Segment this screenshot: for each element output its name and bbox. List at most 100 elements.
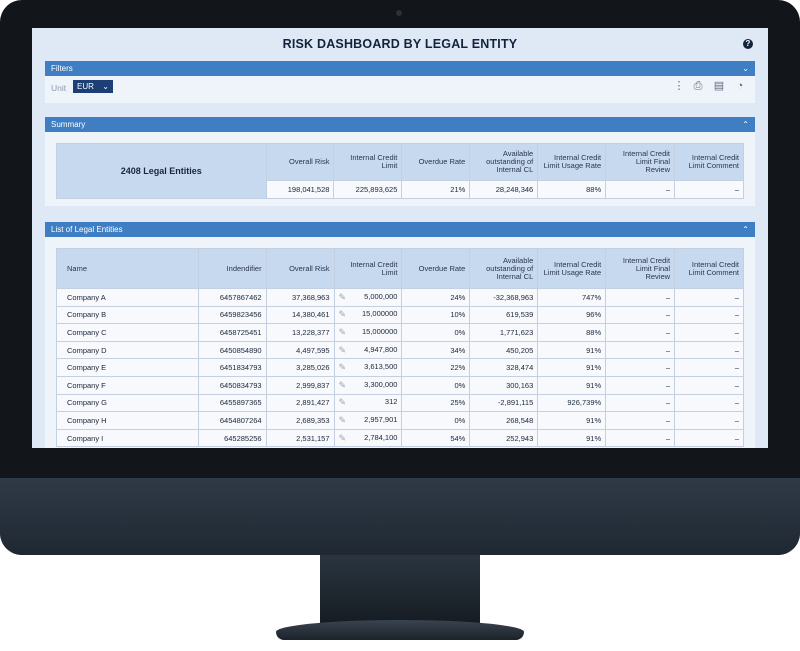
cell-value: 4,947,800	[364, 344, 398, 354]
table-cell: 6451834793	[197, 358, 267, 377]
table-cell: ✎ 15,000000	[333, 323, 403, 342]
table-cell: –	[674, 305, 744, 325]
table-cell: –	[605, 375, 676, 395]
table-row[interactable]: Company C 6458725451 13,228,377 ✎ 15,000000 0…	[56, 323, 744, 342]
edit-icon[interactable]: ✎	[339, 345, 347, 356]
table-cell: –	[605, 411, 676, 430]
table-cell: 10%	[401, 305, 471, 325]
table-cell: 6450854890	[197, 340, 267, 360]
col-overdue-rate[interactable]: Overdue Rate	[401, 248, 471, 289]
unit-label: Unit	[51, 83, 67, 93]
summary-header-label: Summary	[51, 120, 86, 129]
legal-entities-count: 2408 Legal Entities	[56, 143, 267, 199]
table-cell: 747%	[537, 288, 607, 307]
table-cell: –	[674, 340, 744, 360]
summary-col-internal-credit-limit: Internal Credit Limit	[333, 143, 403, 181]
summary-col-overall-risk: Overall Risk	[265, 143, 335, 181]
filters-header[interactable]: Filters ⌄	[45, 61, 755, 76]
camera-dot	[396, 10, 402, 16]
summary-col-final-review: Internal Credit Limit Final Review	[605, 143, 676, 181]
page-title: RISK DASHBOARD BY LEGAL ENTITY	[282, 37, 518, 51]
col-identifier[interactable]: Indendifier	[197, 248, 267, 289]
table-cell: -2,891,115	[469, 393, 539, 413]
table-cell: 91%	[537, 358, 607, 377]
summary-table: 2408 Legal Entities Overall Risk Interna…	[56, 143, 744, 199]
edit-icon[interactable]: ✎	[339, 327, 347, 338]
edit-icon[interactable]: ✎	[339, 309, 347, 320]
table-cell: 2,689,353	[265, 411, 335, 430]
table-row[interactable]: Company H 6454807264 2,689,353 ✎ 2,957,901 0%…	[56, 411, 744, 430]
unit-select[interactable]: EUR ⌄	[73, 80, 113, 93]
summary-col-overdue-rate: Overdue Rate	[401, 143, 471, 181]
table-row[interactable]: Company I 645285256 2,531,157 ✎ 2,784,100 54%…	[56, 428, 744, 448]
table-cell: 268,548	[469, 411, 539, 430]
table-cell: 14,380,461	[265, 305, 335, 325]
table-cell: 91%	[537, 340, 607, 360]
summary-internal-credit-limit: 225,893,625	[333, 180, 403, 199]
table-row[interactable]: Company D 6450854890 4,497,595 ✎ 4,947,800 34…	[56, 340, 744, 360]
col-internal-credit-limit[interactable]: Internal Credit Limit	[333, 248, 403, 289]
col-final-review[interactable]: Internal Credit Limit Final Review	[605, 248, 676, 289]
chevron-up-icon[interactable]: ⌃	[742, 222, 749, 237]
table-cell: 6454807264	[197, 411, 267, 430]
col-available-outstanding[interactable]: Available outstanding of Internal CL	[469, 248, 539, 289]
edit-icon[interactable]: ✎	[339, 292, 347, 303]
table-cell: Company I	[56, 428, 199, 448]
table-cell: –	[674, 288, 744, 307]
summary-available-outstanding: 28,248,346	[469, 180, 539, 199]
table-cell: –	[605, 305, 676, 325]
print-icon[interactable]: ⎙	[692, 80, 704, 92]
question-icon[interactable]: ?	[743, 39, 753, 49]
table-cell: 6450834793	[197, 375, 267, 395]
table-cell: –	[605, 428, 676, 448]
table-cell: 22%	[401, 358, 471, 377]
table-cell: –	[674, 411, 744, 430]
more-vert-icon[interactable]: ⋮	[673, 80, 685, 92]
edit-icon[interactable]: ✎	[339, 397, 347, 408]
table-row[interactable]: Company G 6455897365 2,891,427 ✎ 312 25% -2,89…	[56, 393, 744, 413]
table-cell: ✎ 3,300,000	[333, 375, 403, 395]
table-cell: –	[674, 323, 744, 342]
table-cell: –	[674, 428, 744, 448]
col-overall-risk[interactable]: Overall Risk	[265, 248, 335, 289]
chart-icon[interactable]: ◔	[734, 80, 746, 92]
table-cell: Company G	[56, 393, 199, 413]
edit-icon[interactable]: ✎	[339, 362, 347, 373]
table-cell: –	[674, 358, 744, 377]
col-usage-rate[interactable]: Internal Credit Limit Usage Rate	[537, 248, 607, 289]
table-cell: 0%	[401, 323, 471, 342]
table-cell: 37,368,963	[265, 288, 335, 307]
col-name[interactable]: Name	[56, 248, 199, 289]
list-header-label: List of Legal Entities	[51, 225, 123, 234]
table-row[interactable]: Company F 6450834793 2,999,837 ✎ 3,300,000 0%…	[56, 375, 744, 395]
chevron-up-icon[interactable]: ⌃	[742, 117, 749, 132]
table-cell: 300,163	[469, 375, 539, 395]
table-cell: ✎ 2,784,100	[333, 428, 403, 448]
table-cell: 3,285,026	[265, 358, 335, 377]
table-cell: 25%	[401, 393, 471, 413]
monitor-stand	[320, 555, 480, 625]
edit-icon[interactable]: ✎	[339, 415, 347, 426]
unit-value: EUR	[77, 82, 94, 91]
summary-header[interactable]: Summary ⌃	[45, 117, 755, 132]
monitor-base	[276, 620, 524, 640]
table-row[interactable]: Company B 6459823456 14,380,461 ✎ 15,000000 1…	[56, 305, 744, 325]
list-header[interactable]: List of Legal Entities ⌃	[45, 222, 755, 237]
summary-final-review: –	[605, 180, 676, 199]
chevron-down-icon: ⌄	[102, 82, 109, 91]
table-cell: ✎ 15,000000	[333, 305, 403, 325]
chevron-down-icon[interactable]: ⌄	[742, 61, 749, 76]
table-cell: 328,474	[469, 358, 539, 377]
summary-col-comment: Internal Credit Limit Comment	[674, 143, 744, 181]
summary-col-available-outstanding: Available outstanding of Internal CL	[469, 143, 539, 181]
table-row[interactable]: Company A 6457867462 37,368,963 ✎ 5,000,000 2…	[56, 288, 744, 307]
summary-comment: –	[674, 180, 744, 199]
edit-icon[interactable]: ✎	[339, 433, 347, 444]
export-icon[interactable]: ▤	[713, 80, 725, 92]
table-row[interactable]: Company E 6451834793 3,285,026 ✎ 3,613,500 22…	[56, 358, 744, 377]
table-cell: 619,539	[469, 305, 539, 325]
edit-icon[interactable]: ✎	[339, 380, 347, 391]
table-cell: Company F	[56, 375, 199, 395]
col-comment[interactable]: Internal Credit Limit Comment	[674, 248, 744, 289]
summary-panel: 2408 Legal Entities Overall Risk Interna…	[45, 132, 755, 206]
